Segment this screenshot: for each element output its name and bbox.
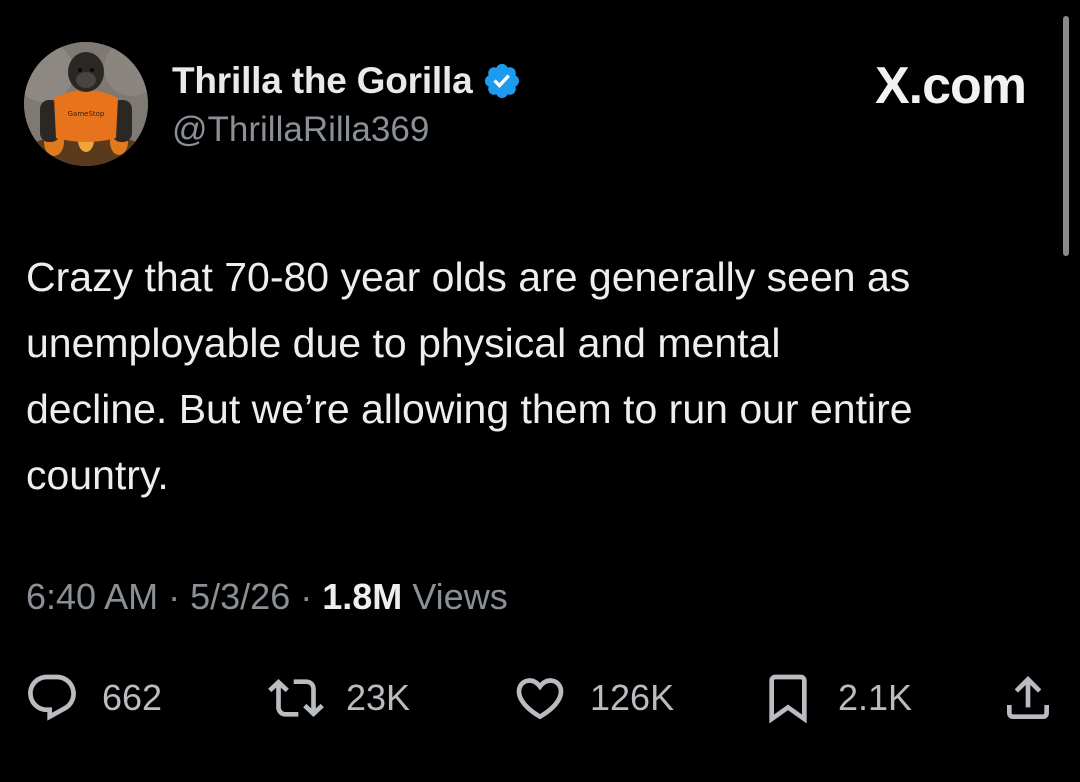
heart-icon <box>516 678 564 720</box>
reply-count: 662 <box>102 677 163 718</box>
scrollbar[interactable] <box>1063 16 1069 256</box>
bookmark-count: 2.1K <box>838 677 913 718</box>
tweet-meta: 6:40 AM · 5/3/26 · 1.8M Views <box>26 576 508 618</box>
like-button[interactable]: 126K <box>512 666 674 730</box>
repost-count: 23K <box>346 677 411 718</box>
tweet-date[interactable]: 5/3/26 <box>190 576 290 617</box>
source-label: X.com <box>874 57 1027 115</box>
bookmark-icon <box>769 674 807 724</box>
meta-separator: · <box>168 576 181 617</box>
share-upload-icon <box>1007 676 1049 719</box>
tweet-card: GameStop Thrilla the Gorilla @ThrillaRil… <box>0 0 1080 782</box>
author-display-name[interactable]: Thrilla the Gorilla <box>172 60 473 102</box>
tweet-time[interactable]: 6:40 AM <box>26 576 158 617</box>
like-count: 126K <box>590 677 675 718</box>
views-label: Views <box>412 576 508 617</box>
meta-separator: · <box>300 576 313 617</box>
action-bar: 662 23K 126K 2.1K <box>0 666 1080 730</box>
share-button[interactable] <box>1000 666 1056 730</box>
views-count: 1.8M <box>322 576 403 617</box>
bookmark-button[interactable]: 2.1K <box>760 666 912 730</box>
gorilla-avatar-image: GameStop <box>24 42 148 166</box>
tweet-text: Crazy that 70-80 year olds are generally… <box>26 254 913 498</box>
reply-button[interactable]: 662 <box>24 666 162 730</box>
avatar[interactable]: GameStop <box>24 42 148 166</box>
author-handle[interactable]: @ThrillaRilla369 <box>172 110 429 150</box>
verified-badge-icon[interactable] <box>482 61 522 101</box>
repost-button[interactable]: 23K <box>268 666 410 730</box>
repost-arrows-icon <box>268 679 324 717</box>
speech-bubble-icon <box>28 674 76 721</box>
avatar-shirt-text: GameStop <box>68 110 105 118</box>
author-name-row[interactable]: Thrilla the Gorilla <box>172 56 522 106</box>
